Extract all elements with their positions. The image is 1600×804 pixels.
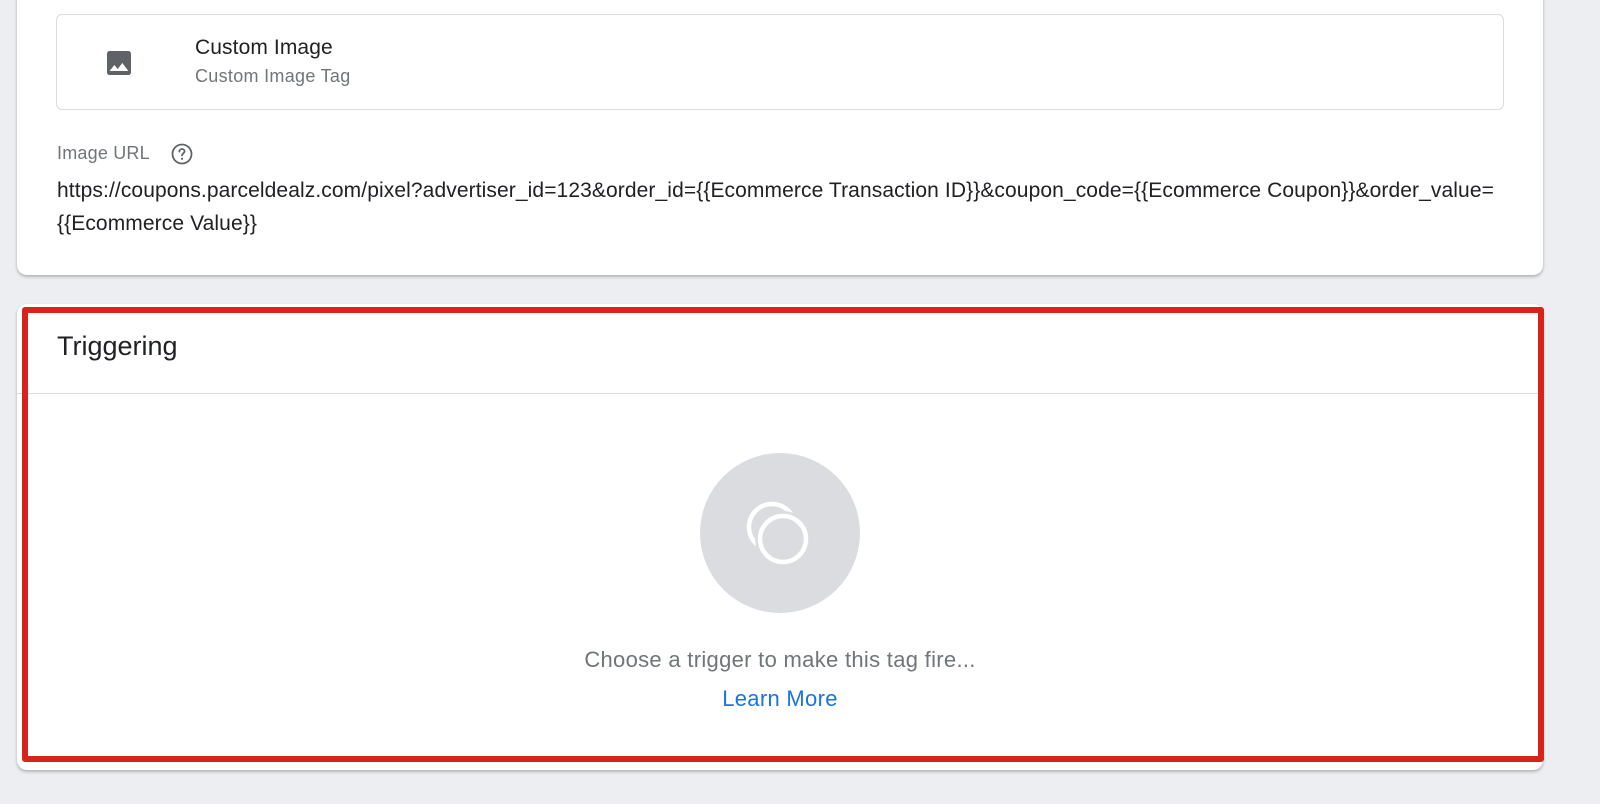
trigger-placeholder[interactable] xyxy=(700,453,860,613)
tag-type-selector[interactable]: Custom Image Custom Image Tag xyxy=(56,14,1504,110)
tag-type-name: Custom Image xyxy=(195,36,333,59)
tag-configuration-card: Custom Image Custom Image Tag Image URL … xyxy=(17,0,1543,275)
trigger-hint-text: Choose a trigger to make this tag fire..… xyxy=(584,647,976,672)
triggering-title: Triggering xyxy=(57,331,178,361)
trigger-empty-state[interactable]: Choose a trigger to make this tag fire..… xyxy=(17,394,1543,770)
help-circle-icon[interactable] xyxy=(170,142,194,166)
trigger-circles-icon xyxy=(746,501,811,567)
image-url-label: Image URL xyxy=(57,143,150,163)
image-icon xyxy=(107,51,131,75)
image-url-value: https://coupons.parceldealz.com/pixel?ad… xyxy=(57,179,1494,235)
learn-more-link[interactable]: Learn More xyxy=(17,686,1543,712)
tag-type-description: Custom Image Tag xyxy=(195,66,351,86)
triggering-card: Triggering Choose a trigger to make this… xyxy=(17,304,1543,770)
